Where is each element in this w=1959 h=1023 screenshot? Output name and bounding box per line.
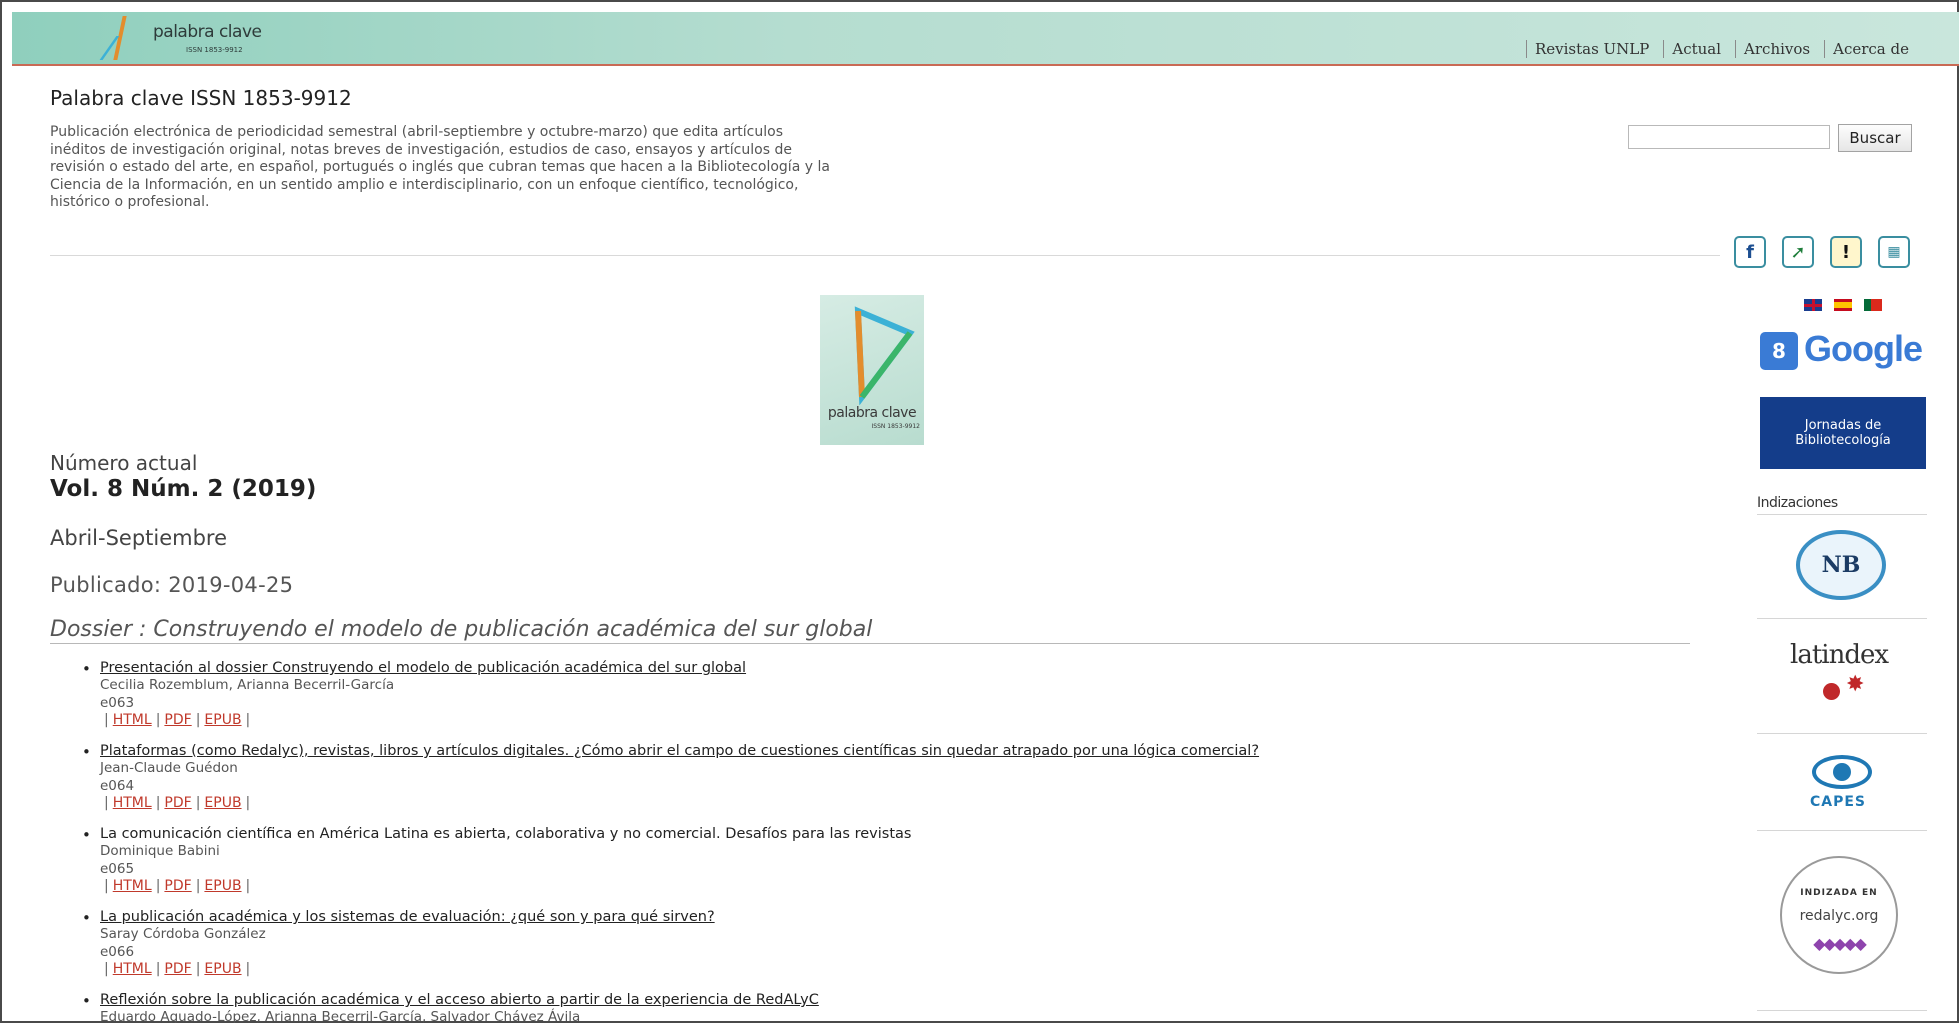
epub-link[interactable]: EPUB [204,961,241,977]
article-code: e066 [100,944,135,960]
redalyc-line1: INDIZADA EN [1800,888,1878,898]
flag-pt-icon[interactable] [1864,299,1882,311]
flag-en-icon[interactable] [1804,299,1822,311]
html-link[interactable]: HTML [113,878,152,894]
logo-text: palabra clave [153,22,262,42]
article-title-link[interactable]: La publicación académica y los sistemas … [100,909,715,925]
bullet: • [82,660,91,678]
latindex-dot-icon [1823,683,1840,700]
latindex-logo[interactable]: latindex [1790,640,1889,670]
pdf-link[interactable]: PDF [164,961,191,977]
pdf-link[interactable]: PDF [164,878,191,894]
article-code: e063 [100,695,135,711]
article-title-link[interactable]: Reflexión sobre la publicación académica… [100,992,819,1008]
epub-link[interactable]: EPUB [204,712,241,728]
nav-archivos[interactable]: Archivos [1735,40,1824,58]
article-authors: Cecilia Rozemblum, Arianna Becerril-Garc… [100,677,395,693]
article-authors: Eduardo Aguado-López, Arianna Becerril-G… [100,1009,581,1023]
issue-period: Abril-Septiembre [50,526,228,550]
jornadas-banner[interactable]: Jornadas de Bibliotecología [1760,397,1926,469]
cover-issn: ISSN 1853-9912 [871,423,921,430]
google-scholar-badge[interactable]: 8 Google [1760,328,1930,374]
issue-cover-image[interactable]: palabra clave ISSN 1853-9912 [820,295,924,445]
logo-blue-stroke [99,36,142,60]
epub-link[interactable]: EPUB [204,795,241,811]
article-title-link[interactable]: Plataformas (como Redalyc), revistas, li… [100,743,1259,759]
capes-pupil [1833,763,1851,781]
bullet: • [82,826,91,844]
current-issue-label: Número actual [50,451,198,475]
cover-text: palabra clave [827,405,917,421]
article-authors: Saray Córdoba González [100,926,266,942]
article-galleys: | HTML | PDF | EPUB | [104,878,251,894]
journal-title: Palabra clave ISSN 1853-9912 [50,86,352,110]
flag-es-icon[interactable] [1834,299,1852,311]
article-item: • Reflexión sobre la publicación académi… [82,992,1382,1023]
jornadas-line1: Jornadas de [1804,418,1882,433]
sidebar-divider [1757,1010,1927,1011]
google-text: Google [1804,328,1923,369]
top-navigation: Revistas UNLP Actual Archivos Acerca de [1525,40,1923,58]
capes-label[interactable]: CAPES [1810,794,1866,810]
stats-icon[interactable]: ▦ [1878,236,1910,268]
sidebar-divider [1757,514,1927,515]
html-link[interactable]: HTML [113,961,152,977]
article-galleys: | HTML | PDF | EPUB | [104,712,251,728]
article-authors: Jean-Claude Guédon [100,760,238,776]
redalyc-diamonds-icon: ◆◆◆◆◆ [1813,934,1867,953]
article-code: e064 [100,778,135,794]
article-galleys: | HTML | PDF | EPUB | [104,961,251,977]
article-title-link[interactable]: Presentación al dossier Construyendo el … [100,660,746,676]
redalyc-line2: redalyc.org [1799,908,1879,924]
nav-revistas-unlp[interactable]: Revistas UNLP [1525,40,1663,58]
redalyc-badge[interactable]: INDIZADA EN redalyc.org ◆◆◆◆◆ [1780,856,1898,974]
nb-index-logo[interactable]: NB [1796,530,1886,600]
epub-link[interactable]: EPUB [204,878,241,894]
capes-eye-icon[interactable] [1812,755,1872,789]
sidebar-divider [1757,830,1927,831]
sidebar-divider [1757,618,1927,619]
article-code: e065 [100,861,135,877]
alert-icon[interactable]: ! [1830,236,1862,268]
section-divider [50,643,1690,644]
section-title: Dossier : Construyendo el modelo de publ… [50,617,873,642]
html-link[interactable]: HTML [113,712,152,728]
journal-logo[interactable]: palabra clave ISSN 1853-9912 [99,16,278,60]
issue-published-date: Publicado: 2019-04-25 [50,573,294,597]
sidebar-divider [1757,733,1927,734]
site-header: palabra clave ISSN 1853-9912 Revistas UN… [12,12,1959,66]
bullet: • [82,992,91,1010]
pdf-link[interactable]: PDF [164,795,191,811]
issue-volume: Vol. 8 Núm. 2 (2019) [50,476,317,502]
journal-description: Publicación electrónica de periodicidad … [50,124,830,210]
pdf-link[interactable]: PDF [164,712,191,728]
search-button[interactable]: Buscar [1838,124,1912,152]
google-scholar-icon: 8 [1760,332,1798,370]
search-input[interactable] [1628,125,1830,149]
article-authors: Dominique Babini [100,843,220,859]
article-galleys: | HTML | PDF | EPUB | [104,795,251,811]
logo-issn: ISSN 1853-9912 [186,46,243,54]
indexing-heading: Indizaciones [1757,495,1838,511]
latindex-star-icon: ✸ [1846,672,1865,697]
nav-acerca-de[interactable]: Acerca de [1824,40,1923,58]
cover-triangle-graphic [854,306,915,405]
html-link[interactable]: HTML [113,795,152,811]
article-title-link[interactable]: La comunicación científica en América La… [100,826,911,842]
facebook-icon[interactable]: f [1734,236,1766,268]
bullet: • [82,743,91,761]
jornadas-line2: Bibliotecología [1795,433,1891,448]
bullet: • [82,909,91,927]
share-icon[interactable]: ➚ [1782,236,1814,268]
nav-actual[interactable]: Actual [1663,40,1735,58]
divider [50,255,1720,256]
